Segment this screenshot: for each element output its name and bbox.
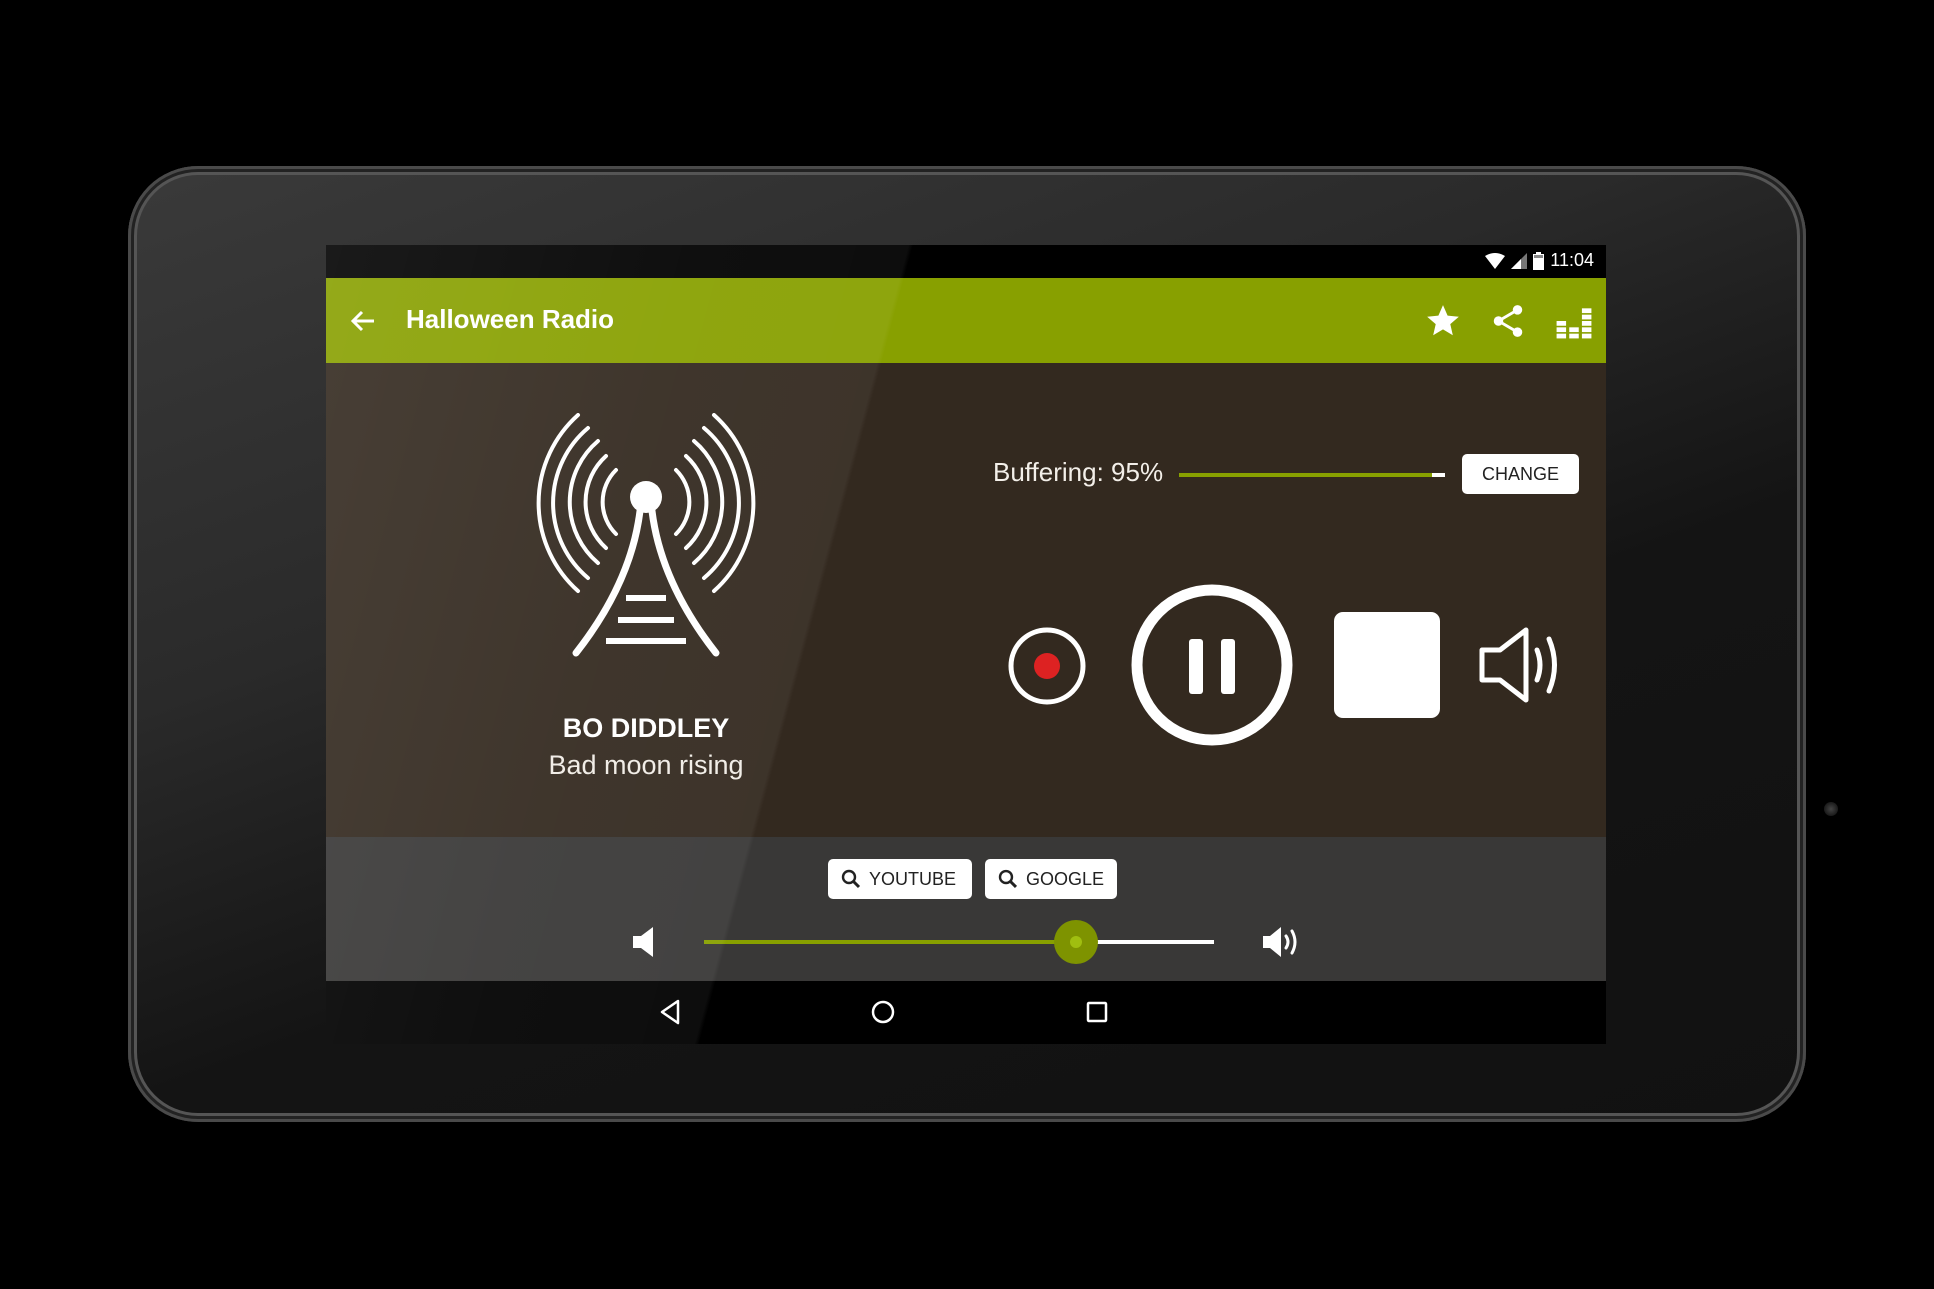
volume-high-icon[interactable] bbox=[1261, 925, 1301, 959]
wifi-icon bbox=[1485, 252, 1506, 269]
stop-icon[interactable] bbox=[1334, 612, 1440, 718]
nav-home-icon[interactable] bbox=[868, 997, 898, 1027]
app-toolbar: Halloween Radio bbox=[326, 278, 1606, 363]
nav-recents-icon[interactable] bbox=[1082, 997, 1112, 1027]
speaker-icon[interactable] bbox=[1478, 625, 1564, 705]
star-icon[interactable] bbox=[1424, 302, 1462, 340]
buffering-progress-fill bbox=[1179, 473, 1432, 477]
google-label: GOOGLE bbox=[1025, 868, 1104, 889]
arrow-left-icon[interactable] bbox=[348, 306, 378, 336]
battery-icon bbox=[1533, 251, 1545, 270]
status-bar: 11:04 bbox=[326, 245, 1606, 278]
artist-name: BO DIDDLEY bbox=[562, 713, 730, 743]
player-content: BO DIDDLEY Bad moon rising Buffering: 95… bbox=[326, 363, 1606, 837]
device-screen: 11:04 Halloween Radio BO DIDDLEY Bad moo… bbox=[326, 245, 1606, 1044]
buffering-label: Buffering: 95% bbox=[993, 457, 1164, 487]
buffering-progress-bar bbox=[1179, 473, 1445, 477]
bottom-panel: YOUTUBE GOOGLE bbox=[326, 837, 1606, 981]
light-sensor bbox=[1824, 802, 1838, 816]
system-nav-bar bbox=[326, 981, 1606, 1044]
nav-back-icon[interactable] bbox=[656, 997, 686, 1027]
song-title: Bad moon rising bbox=[548, 750, 744, 780]
clock: 11:04 bbox=[1550, 250, 1594, 270]
record-icon[interactable] bbox=[1007, 626, 1087, 706]
search-icon bbox=[998, 869, 1018, 889]
youtube-search-button[interactable]: YOUTUBE bbox=[828, 859, 972, 899]
equalizer-icon[interactable] bbox=[1555, 302, 1593, 340]
pause-icon[interactable] bbox=[1131, 584, 1293, 746]
volume-slider-thumb[interactable] bbox=[1054, 920, 1099, 964]
page-title: Halloween Radio bbox=[406, 304, 615, 334]
radio-tower-icon bbox=[536, 413, 756, 657]
share-icon[interactable] bbox=[1489, 302, 1527, 340]
volume-slider[interactable] bbox=[704, 920, 1214, 964]
cell-signal-icon bbox=[1511, 252, 1528, 269]
volume-slider-fill bbox=[704, 940, 1077, 944]
search-icon bbox=[841, 869, 861, 889]
google-search-button[interactable]: GOOGLE bbox=[985, 859, 1117, 899]
change-button[interactable]: CHANGE bbox=[1462, 454, 1579, 494]
youtube-label: YOUTUBE bbox=[869, 868, 957, 889]
volume-low-icon[interactable] bbox=[631, 925, 659, 959]
